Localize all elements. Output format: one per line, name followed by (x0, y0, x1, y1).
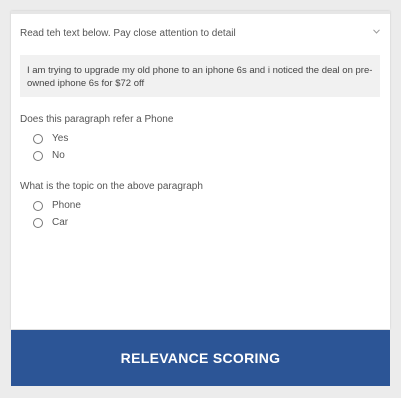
passage-box: I am trying to upgrade my old phone to a… (20, 55, 380, 97)
question-1-label: Does this paragraph refer a Phone (20, 114, 174, 125)
chevron-down-icon[interactable] (373, 29, 380, 34)
relevance-scoring-banner: RELEVANCE SCORING (11, 330, 390, 386)
option-label: Car (52, 217, 69, 228)
option-label: No (52, 150, 65, 161)
option-label: Phone (52, 200, 81, 211)
question-2-label: What is the topic on the above paragraph (20, 181, 203, 192)
instruction-text: Read teh text below. Pay close attention… (20, 28, 236, 39)
radio-button[interactable] (33, 200, 43, 211)
radio-button[interactable] (33, 217, 43, 228)
radio-button[interactable] (33, 133, 43, 144)
screenshot-frame: Read teh text below. Pay close attention… (0, 0, 401, 398)
option-label: Yes (52, 133, 69, 144)
card-top-border (11, 11, 390, 14)
survey-card: Read teh text below. Pay close attention… (11, 11, 390, 329)
question-2-option-phone[interactable]: Phone (33, 200, 81, 211)
question-1-option-no[interactable]: No (33, 150, 65, 161)
question-1-option-yes[interactable]: Yes (33, 133, 68, 144)
question-2-option-car[interactable]: Car (33, 217, 68, 228)
radio-button[interactable] (33, 150, 43, 161)
